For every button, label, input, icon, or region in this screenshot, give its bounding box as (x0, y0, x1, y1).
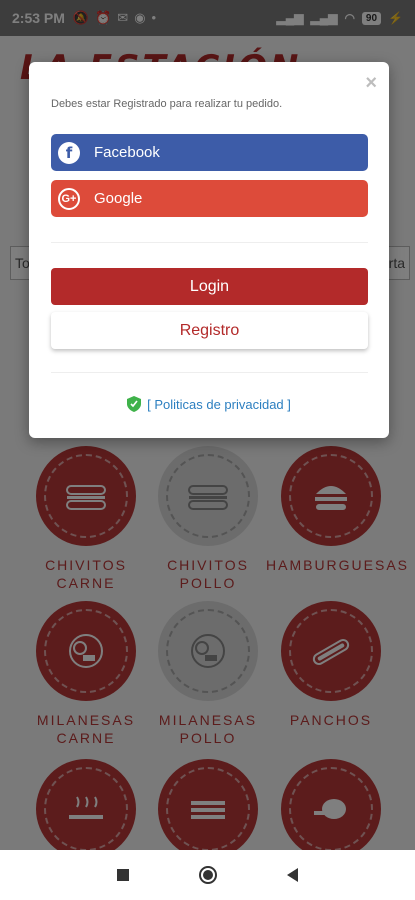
shield-icon (127, 396, 142, 412)
register-button[interactable]: Registro (51, 312, 368, 349)
login-modal: × Debes estar Registrado para realizar t… (29, 62, 389, 438)
back-icon[interactable] (287, 868, 298, 882)
google-login-button[interactable]: G+ Google (51, 180, 368, 217)
google-label: Google (94, 190, 143, 207)
facebook-label: Facebook (94, 144, 160, 161)
recent-apps-icon[interactable] (117, 869, 129, 881)
facebook-login-button[interactable]: f Facebook (51, 134, 368, 171)
close-icon[interactable]: × (365, 72, 377, 95)
facebook-icon: f (58, 141, 80, 164)
navigation-bar (0, 850, 415, 900)
login-button[interactable]: Login (51, 268, 368, 305)
divider (51, 242, 368, 243)
privacy-policy-link[interactable]: [ Politicas de privacidad ] (29, 396, 389, 412)
divider (51, 372, 368, 373)
home-icon[interactable] (199, 866, 217, 884)
privacy-policy-label: [ Politicas de privacidad ] (147, 396, 291, 412)
login-prompt-text: Debes estar Registrado para realizar tu … (51, 98, 283, 110)
google-plus-icon: G+ (58, 187, 80, 210)
